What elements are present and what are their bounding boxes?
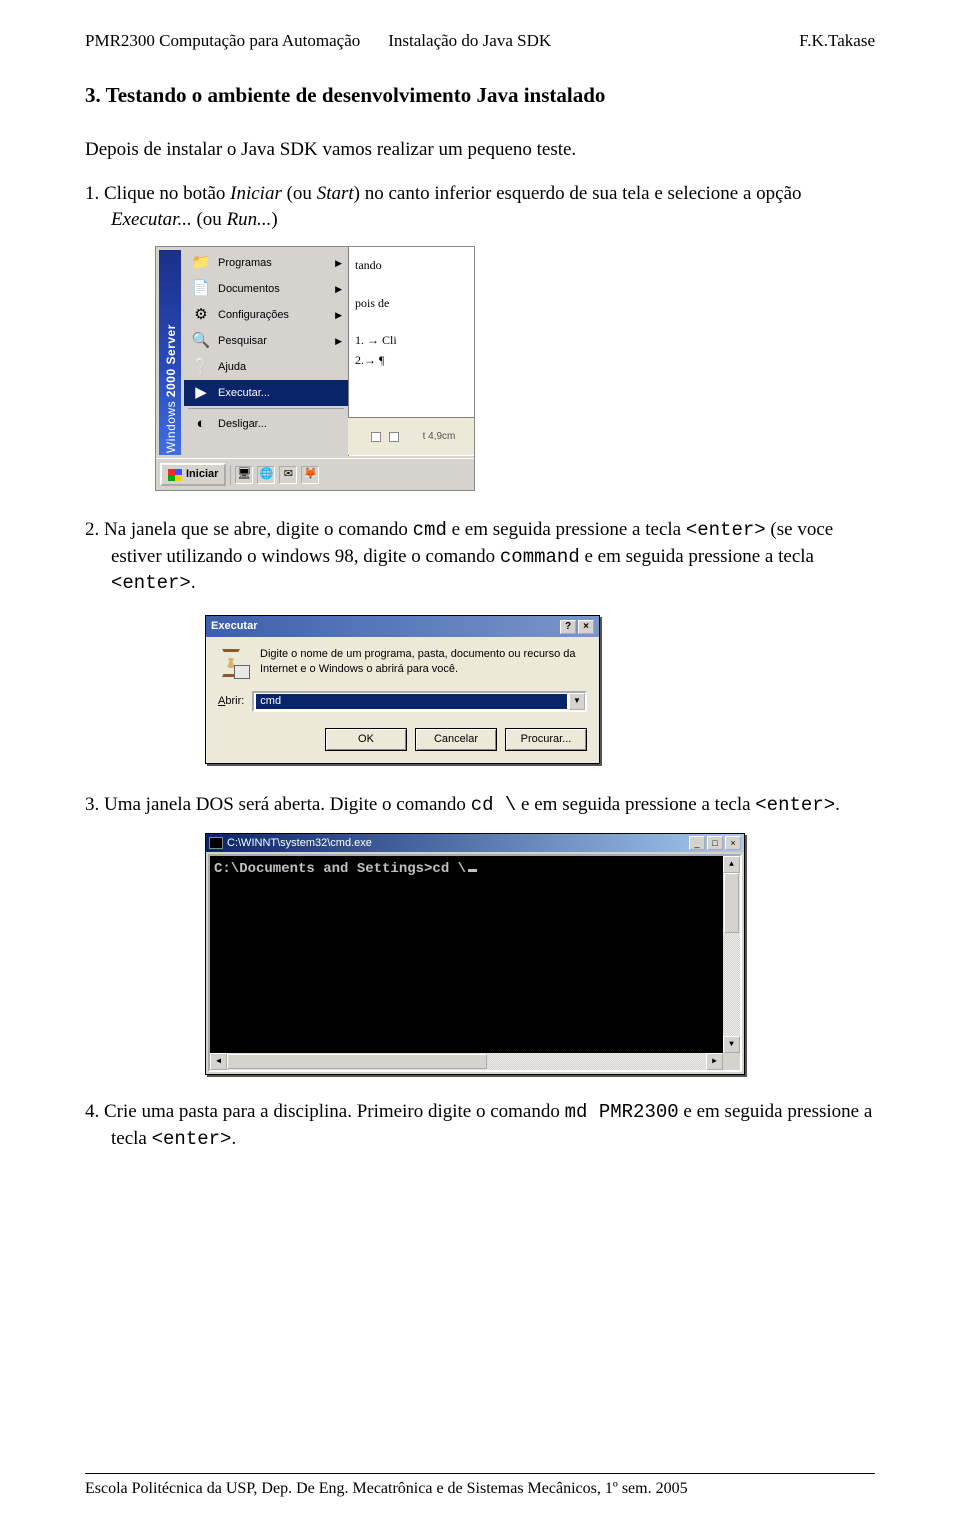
start-menu-list: 📁 Programas ▶ 📄 Documentos ▶ ⚙ Configura… bbox=[184, 250, 348, 437]
run-dialog-title: Executar bbox=[211, 619, 257, 634]
cursor-icon bbox=[468, 869, 477, 872]
cmd-icon bbox=[209, 837, 223, 849]
start-menu-label: Desligar... bbox=[218, 417, 267, 432]
run-open-label: Abrir: bbox=[218, 694, 244, 709]
start-menu-item-documentos[interactable]: 📄 Documentos ▶ bbox=[184, 276, 348, 302]
folder-icon: 📁 bbox=[190, 253, 212, 273]
start-menu-screenshot: Windows 2000 Server 📁 Programas ▶ 📄 Docu… bbox=[155, 246, 475, 491]
chevron-right-icon: ▶ bbox=[335, 283, 342, 295]
cmd-window: C:\WINNT\system32\cmd.exe _ □ × C:\Docum… bbox=[205, 833, 745, 1076]
search-icon: 🔍 bbox=[190, 331, 212, 351]
header-author: F.K.Takase bbox=[799, 30, 875, 53]
minimize-button[interactable]: _ bbox=[689, 836, 705, 850]
scroll-thumb[interactable] bbox=[227, 1054, 487, 1069]
ok-button[interactable]: OK bbox=[325, 728, 407, 751]
start-menu-label: Configurações bbox=[218, 308, 289, 323]
start-menu-item-ajuda[interactable]: ❔ Ajuda bbox=[184, 354, 348, 380]
maximize-button[interactable]: □ bbox=[707, 836, 723, 850]
header-course: PMR2300 Computação para Automação bbox=[85, 30, 360, 53]
section-title: 3. Testando o ambiente de desenvolviment… bbox=[85, 81, 875, 109]
chevron-right-icon: ▶ bbox=[335, 257, 342, 269]
gear-icon: ⚙ bbox=[190, 305, 212, 325]
scroll-left-icon[interactable]: ◀ bbox=[210, 1053, 227, 1070]
page-footer: Escola Politécnica da USP, Dep. De Eng. … bbox=[85, 1473, 875, 1500]
start-menu-item-configuracoes[interactable]: ⚙ Configurações ▶ bbox=[184, 302, 348, 328]
run-open-combobox[interactable]: cmd ▼ bbox=[252, 691, 587, 712]
quicklaunch-icon[interactable]: 🖥 bbox=[235, 466, 253, 484]
scroll-thumb[interactable] bbox=[724, 873, 739, 933]
chevron-down-icon[interactable]: ▼ bbox=[569, 693, 585, 710]
step-4: 4. Crie uma pasta para a disciplina. Pri… bbox=[111, 1099, 875, 1152]
run-icon: ▶ bbox=[190, 383, 212, 403]
start-menu-label: Executar... bbox=[218, 386, 270, 401]
cmd-titlebar: C:\WINNT\system32\cmd.exe _ □ × bbox=[206, 834, 744, 853]
step-1: 1. Clique no botão Iniciar (ou Start) no… bbox=[111, 181, 875, 232]
start-menu-item-programas[interactable]: 📁 Programas ▶ bbox=[184, 250, 348, 276]
horizontal-scrollbar[interactable]: ◀ ▶ bbox=[210, 1053, 723, 1070]
chevron-right-icon: ▶ bbox=[335, 335, 342, 347]
start-button[interactable]: Iniciar bbox=[160, 463, 226, 486]
ruler-fragment: t 4,9cm bbox=[348, 417, 474, 455]
cmd-line: C:\Documents and Settings>cd \ bbox=[214, 860, 736, 879]
quicklaunch-icon[interactable]: 🌐 bbox=[257, 466, 275, 484]
run-dialog-message: Digite o nome de um programa, pasta, doc… bbox=[260, 647, 587, 677]
run-dialog-titlebar: Executar ? × bbox=[206, 616, 599, 637]
step-3: 3. Uma janela DOS será aberta. Digite o … bbox=[111, 792, 875, 819]
scroll-down-icon[interactable]: ▼ bbox=[723, 1036, 740, 1053]
shutdown-icon: ◐ bbox=[190, 414, 212, 434]
help-icon: ❔ bbox=[190, 357, 212, 377]
windows-flag-icon bbox=[168, 469, 182, 481]
close-button[interactable]: × bbox=[578, 620, 594, 634]
menu-separator bbox=[188, 408, 344, 409]
start-menu-label: Documentos bbox=[218, 282, 280, 297]
intro-paragraph: Depois de instalar o Java SDK vamos real… bbox=[85, 137, 875, 163]
cmd-terminal[interactable]: C:\Documents and Settings>cd \ ▲ ▼ ◀ ▶ bbox=[208, 854, 742, 1072]
run-hourglass-icon bbox=[218, 647, 250, 679]
cancel-button[interactable]: Cancelar bbox=[415, 728, 497, 751]
help-button[interactable]: ? bbox=[560, 620, 576, 634]
vertical-scrollbar[interactable]: ▲ ▼ bbox=[723, 856, 740, 1053]
quicklaunch-icon[interactable]: 🦊 bbox=[301, 466, 319, 484]
taskbar: Iniciar 🖥 🌐 ✉ 🦊 bbox=[156, 458, 474, 490]
run-open-value: cmd bbox=[256, 694, 567, 709]
start-menu-label: Ajuda bbox=[218, 360, 246, 375]
quicklaunch-icon[interactable]: ✉ bbox=[279, 466, 297, 484]
start-menu-item-executar[interactable]: ▶ Executar... bbox=[184, 380, 348, 406]
start-menu-banner: Windows 2000 Server bbox=[159, 250, 181, 455]
browse-button[interactable]: Procurar... bbox=[505, 728, 587, 751]
start-menu-item-desligar[interactable]: ◐ Desligar... bbox=[184, 411, 348, 437]
start-menu-label: Programas bbox=[218, 256, 272, 271]
close-button[interactable]: × bbox=[725, 836, 741, 850]
step-2: 2. Na janela que se abre, digite o coman… bbox=[111, 517, 875, 597]
header-subject: Instalação do Java SDK bbox=[388, 30, 551, 53]
scroll-right-icon[interactable]: ▶ bbox=[706, 1053, 723, 1070]
page-header: PMR2300 Computação para Automação Instal… bbox=[85, 30, 875, 53]
start-menu-label: Pesquisar bbox=[218, 334, 267, 349]
scroll-up-icon[interactable]: ▲ bbox=[723, 856, 740, 873]
cmd-title-text: C:\WINNT\system32\cmd.exe bbox=[227, 836, 372, 851]
start-menu-item-pesquisar[interactable]: 🔍 Pesquisar ▶ bbox=[184, 328, 348, 354]
chevron-right-icon: ▶ bbox=[335, 309, 342, 321]
run-dialog: Executar ? × Digite o nome de um program… bbox=[205, 615, 600, 764]
scrollbar-corner bbox=[723, 1053, 740, 1070]
document-icon: 📄 bbox=[190, 279, 212, 299]
